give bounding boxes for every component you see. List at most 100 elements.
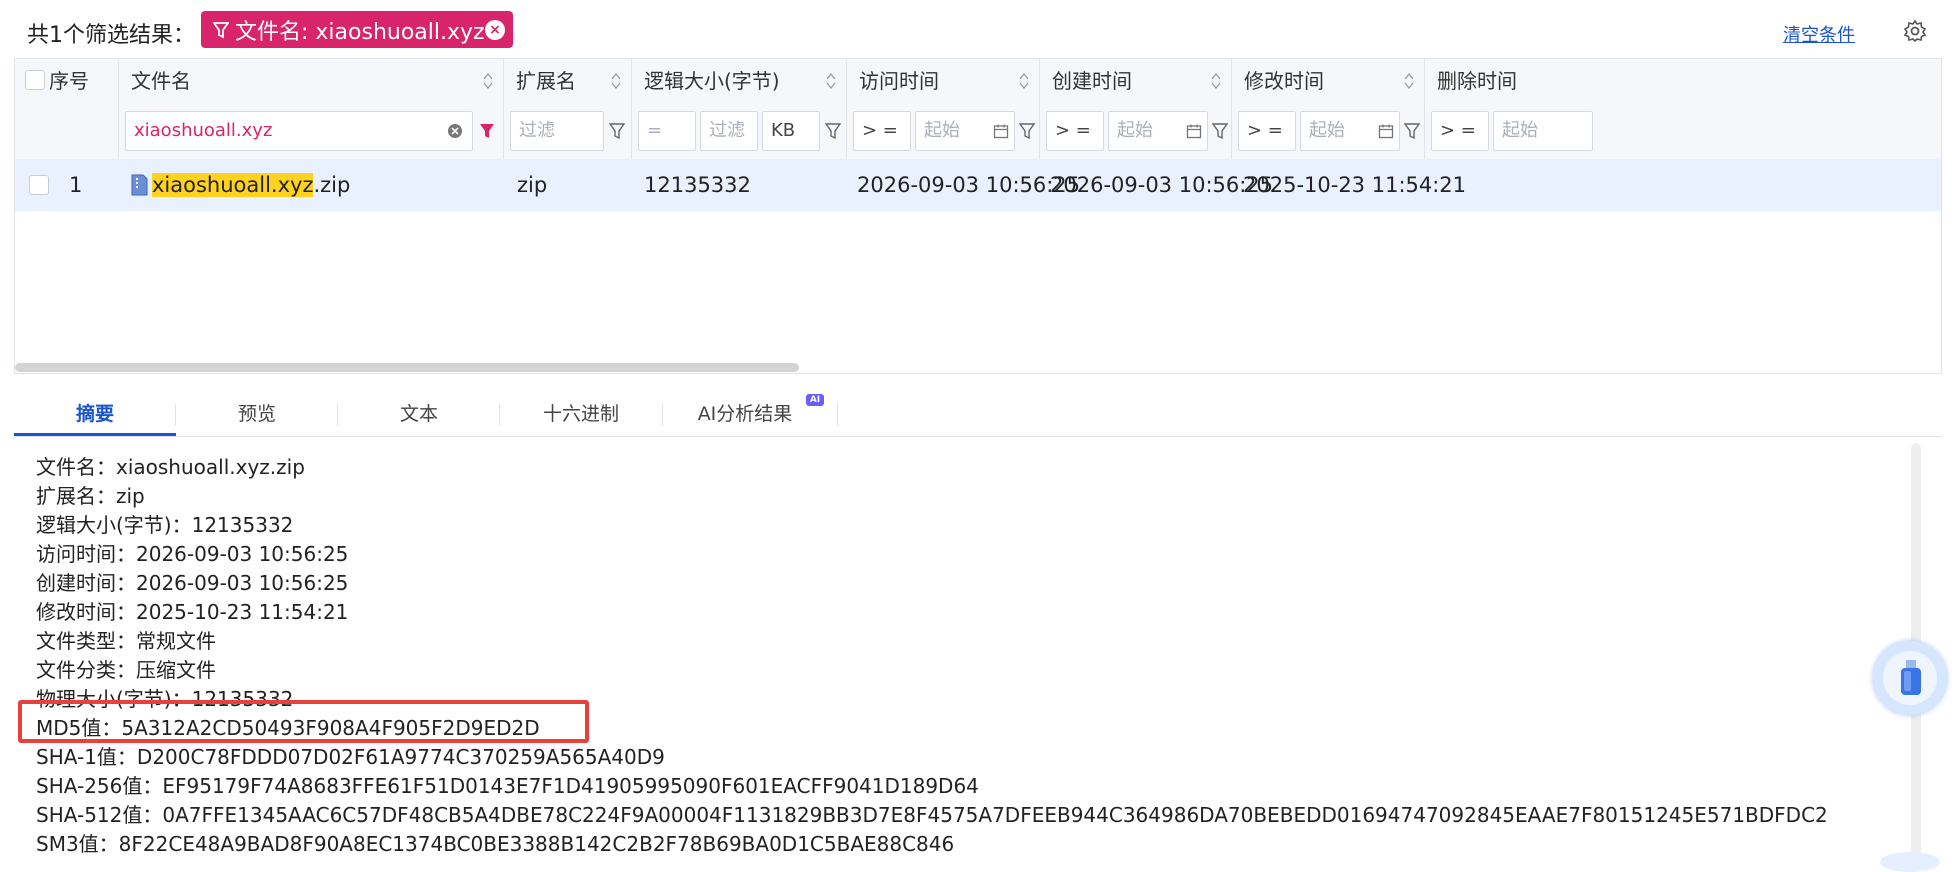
floating-assistant-button[interactable] <box>1873 641 1947 715</box>
filter-icon[interactable] <box>609 122 625 140</box>
row-modify-time: 2025-10-23 11:54:21 <box>1243 173 1467 197</box>
col-modify-label: 修改时间 <box>1244 69 1324 93</box>
summary-file-type: 文件类型：常规文件 <box>36 629 216 653</box>
active-filter-tag[interactable]: 文件名: xiaoshuoall.xyz × <box>201 11 513 48</box>
select-all-checkbox[interactable] <box>25 70 45 90</box>
row-filename[interactable]: xiaoshuoall.xyz.zip <box>152 159 350 211</box>
summary-access-time: 访问时间：2026-09-03 10:56:25 <box>36 542 349 566</box>
filter-summary-bar: 共1个筛选结果： 文件名: xiaoshuoall.xyz × 清空条件 <box>0 0 1956 60</box>
tab-text[interactable]: 文本 <box>338 392 500 436</box>
calendar-icon[interactable] <box>1378 123 1394 139</box>
filename-match-highlight: xiaoshuoall.xyz <box>152 173 314 197</box>
tab-ai-analysis[interactable]: AI分析结果 <box>664 392 826 436</box>
tab-hex[interactable]: 十六进制 <box>500 392 662 436</box>
filter-icon[interactable] <box>1212 122 1228 140</box>
col-filename-header[interactable]: 文件名 <box>119 59 504 103</box>
filename-filter-input[interactable]: xiaoshuoall.xyz <box>125 111 473 151</box>
summary-sha256: SHA-256值：EF95179F74A8683FFE61F51D0143E7F… <box>36 774 979 798</box>
summary-file-category: 文件分类：压缩文件 <box>36 658 216 682</box>
clear-input-icon[interactable] <box>447 123 463 139</box>
col-access-header[interactable]: 访问时间 <box>847 59 1040 103</box>
summary-logical-size: 逻辑大小(字节)：12135332 <box>36 513 294 537</box>
horizontal-scrollbar[interactable] <box>15 363 799 372</box>
tab-divider <box>837 404 838 426</box>
create-operator-select[interactable]: > = <box>1046 111 1104 151</box>
ai-badge: AI <box>806 394 824 406</box>
calendar-icon[interactable] <box>993 123 1009 139</box>
gear-icon[interactable] <box>1903 19 1927 43</box>
filter-cell-access: > = 起始 <box>847 103 1040 159</box>
col-delete-header[interactable]: 删除时间 <box>1425 59 1941 103</box>
modify-operator-select[interactable]: > = <box>1238 111 1296 151</box>
col-size-header[interactable]: 逻辑大小(字节) <box>632 59 847 103</box>
row-size: 12135332 <box>644 173 751 197</box>
summary-filename: 文件名：xiaoshuoall.xyz.zip <box>36 455 305 479</box>
filter-cell-size: = 过滤 KB <box>632 103 847 159</box>
col-filename-label: 文件名 <box>131 69 191 93</box>
tab-summary[interactable]: 摘要 <box>14 392 176 436</box>
size-operator-select[interactable]: = <box>638 111 696 151</box>
col-size-label: 逻辑大小(字节) <box>644 69 780 93</box>
detail-tabs: 摘要 预览 文本 十六进制 AI分析结果 <box>14 392 1942 437</box>
filter-cell-filename: xiaoshuoall.xyz <box>119 103 504 159</box>
summary-sha512: SHA-512值：0A7FFE1345AAC6C57DF48CB5A4DBE78… <box>36 803 1828 827</box>
filename-suffix: .zip <box>313 173 351 197</box>
table-header: 序号 文件名 扩展名 逻辑大小(字节) 访问时间 创建时间 修改时间 删除时间 <box>15 59 1941 104</box>
summary-sm3: SM3值：8F22CE48A9BAD8F90A8EC1374BC0BE3388B… <box>36 832 955 856</box>
table-row[interactable]: 1 xiaoshuoall.xyz.zip zip 12135332 2026-… <box>15 159 1941 211</box>
remove-filter-icon[interactable]: × <box>485 20 505 40</box>
row-ext: zip <box>517 173 548 197</box>
col-create-label: 创建时间 <box>1052 69 1132 93</box>
usb-drive-icon <box>1901 660 1921 695</box>
tab-divider <box>499 404 500 426</box>
tab-divider <box>175 404 176 426</box>
size-filter-input[interactable]: 过滤 <box>700 111 758 151</box>
filter-active-icon[interactable] <box>479 122 495 140</box>
summary-sha1: SHA-1值：D200C78FDDD07D02F61A9774C370259A5… <box>36 745 665 769</box>
row-index: 1 <box>69 173 83 197</box>
sort-icon[interactable] <box>483 72 493 90</box>
tab-divider <box>337 404 338 426</box>
col-index-label: 序号 <box>49 69 89 93</box>
result-count-label: 共1个筛选结果： <box>27 23 195 48</box>
sort-icon[interactable] <box>1211 72 1221 90</box>
filter-icon <box>213 21 229 38</box>
filter-icon[interactable] <box>1019 122 1035 140</box>
col-delete-label: 删除时间 <box>1437 69 1517 93</box>
size-unit-select[interactable]: KB <box>762 111 820 151</box>
col-access-label: 访问时间 <box>859 69 939 93</box>
access-operator-select[interactable]: > = <box>853 111 911 151</box>
active-filter-text: 文件名: xiaoshuoall.xyz <box>235 19 485 45</box>
sort-icon[interactable] <box>1404 72 1414 90</box>
filter-icon[interactable] <box>825 122 841 140</box>
calendar-icon[interactable] <box>1186 123 1202 139</box>
file-table: 序号 文件名 扩展名 逻辑大小(字节) 访问时间 创建时间 修改时间 删除时间 <box>14 58 1942 374</box>
ext-filter-input[interactable]: 过滤 <box>510 111 604 151</box>
summary-modify-time: 修改时间：2025-10-23 11:54:21 <box>36 600 349 624</box>
md5-highlight-box <box>18 700 589 743</box>
sort-icon[interactable] <box>611 72 621 90</box>
filter-icon[interactable] <box>1404 122 1420 140</box>
sort-icon[interactable] <box>826 72 836 90</box>
clear-conditions-link[interactable]: 清空条件 <box>1783 21 1855 47</box>
delete-operator-select[interactable]: > = <box>1431 111 1489 151</box>
col-create-header[interactable]: 创建时间 <box>1040 59 1232 103</box>
col-ext-header[interactable]: 扩展名 <box>504 59 632 103</box>
floating-button-secondary[interactable] <box>1880 852 1940 872</box>
summary-ext: 扩展名：zip <box>36 484 145 508</box>
row-checkbox[interactable] <box>29 175 49 195</box>
row-create-time: 2026-09-03 10:56:25 <box>1050 173 1274 197</box>
tab-preview[interactable]: 预览 <box>176 392 338 436</box>
col-modify-header[interactable]: 修改时间 <box>1232 59 1425 103</box>
filter-cell-empty <box>15 103 119 159</box>
col-index-header[interactable]: 序号 <box>15 59 119 103</box>
sort-icon[interactable] <box>1019 72 1029 90</box>
summary-panel: 文件名：xiaoshuoall.xyz.zip 扩展名：zip 逻辑大小(字节)… <box>14 437 1942 861</box>
zip-file-icon <box>131 174 148 196</box>
filter-row: xiaoshuoall.xyz 过滤 = 过滤 KB > = 起始 > = 起始 <box>15 103 1941 160</box>
filter-cell-ext: 过滤 <box>504 103 632 159</box>
delete-start-input[interactable]: 起始 <box>1493 111 1593 151</box>
filter-cell-delete: > = 起始 <box>1425 103 1941 159</box>
col-ext-label: 扩展名 <box>516 69 576 93</box>
summary-create-time: 创建时间：2026-09-03 10:56:25 <box>36 571 349 595</box>
